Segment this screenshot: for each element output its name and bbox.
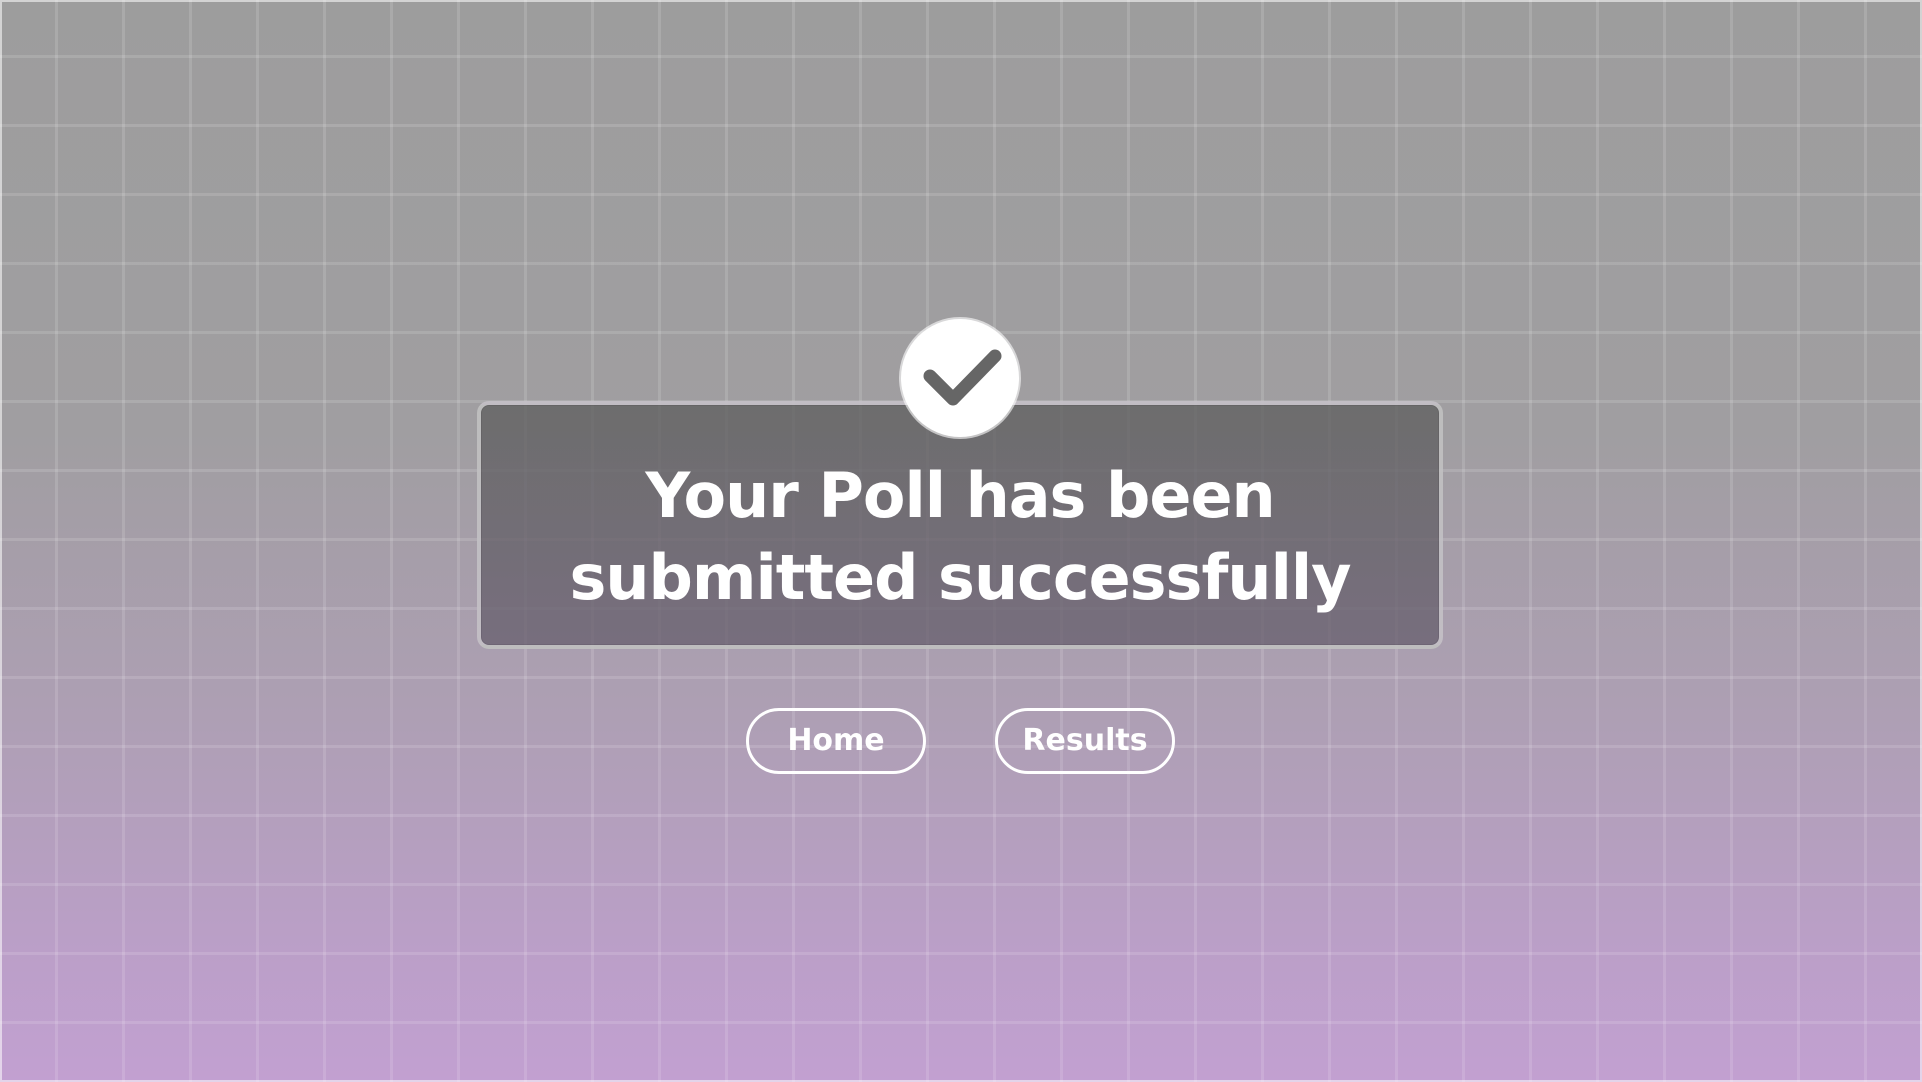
confirmation-card: Your Poll has been submitted successfull… xyxy=(477,401,1443,649)
check-circle-icon xyxy=(901,319,1019,437)
home-button[interactable]: Home xyxy=(746,708,926,774)
confirmation-title: Your Poll has been submitted successfull… xyxy=(569,459,1351,614)
results-button[interactable]: Results xyxy=(995,708,1175,774)
